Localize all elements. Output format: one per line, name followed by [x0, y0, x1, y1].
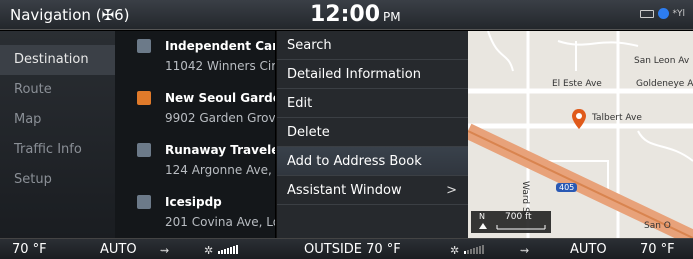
destination-address: 11042 Winners Cir [165, 59, 275, 73]
destination-name: New Seoul Garden [165, 91, 275, 105]
car-icon [137, 39, 151, 53]
bluetooth-icon [657, 8, 669, 19]
menu-item-map[interactable]: Map [0, 105, 115, 135]
scale-distance: 700 ft [505, 212, 532, 222]
menu-item-setup[interactable]: Setup [0, 165, 115, 195]
building-icon [137, 143, 151, 157]
map-scale: N 700 ft [471, 211, 551, 233]
map-street-label: El Este Ave [552, 79, 602, 89]
title-text: Navigation [10, 6, 91, 24]
destination-address: 9902 Garden Grov [165, 111, 275, 125]
map-street-label: Goldeneye A [636, 79, 693, 89]
destination-address: 201 Covina Ave, Lo [165, 215, 275, 229]
list-item[interactable]: Runaway Traveler 124 Argonne Ave, [115, 137, 275, 189]
status-icons: *Yl [639, 8, 686, 19]
menu-item-route[interactable]: Route [0, 75, 115, 105]
map-street-label: San Leon Av [634, 56, 690, 66]
north-indicator: N [479, 212, 485, 221]
left-temperature[interactable]: 70 °F [12, 242, 47, 257]
list-item[interactable]: Icesipdp 201 Covina Ave, Lo [115, 189, 275, 238]
menu-option-add-to-address-book[interactable]: Add to Address Book [277, 147, 469, 176]
menu-option-delete[interactable]: Delete [277, 118, 469, 147]
list-item[interactable]: New Seoul Garden 9902 Garden Grov [115, 85, 275, 137]
chevron-right-icon: > [446, 183, 457, 198]
airflow-icon[interactable]: ⇝ [520, 244, 529, 257]
screen-title: Navigation (✠6) [10, 6, 130, 24]
map-view[interactable]: San Leon Av El Este Ave Goldeneye A Talb… [468, 31, 693, 238]
fan-icon: ✲ [204, 244, 214, 257]
destination-name: Icesipdp [165, 195, 222, 209]
status-bar: Navigation (✠6) 12:00 PM *Yl [0, 0, 693, 30]
signal-icon: *Yl [672, 8, 686, 19]
clock: 12:00 PM [310, 2, 401, 27]
building-icon [137, 195, 151, 209]
restaurant-icon [137, 91, 151, 105]
destination-list: Independent Car S 11042 Winners Cir New … [115, 31, 275, 238]
clock-time: 12:00 [310, 2, 381, 27]
menu-option-search[interactable]: Search [277, 31, 469, 60]
menu-option-assistant-window[interactable]: Assistant Window > [277, 176, 469, 205]
map-street-label: San O [644, 221, 671, 231]
fan-icon: ✲ [450, 244, 460, 257]
menu-option-detailed-information[interactable]: Detailed Information [277, 60, 469, 89]
navigation-count: (✠6) [95, 6, 130, 24]
right-temperature[interactable]: 70 °F [640, 242, 675, 257]
outside-temperature: OUTSIDE 70 °F [304, 242, 401, 257]
airflow-icon[interactable]: ⇝ [160, 244, 169, 257]
fan-level-left[interactable] [218, 245, 238, 254]
clock-ampm: PM [383, 10, 401, 24]
context-menu: Search Detailed Information Edit Delete … [276, 31, 469, 238]
right-auto-mode[interactable]: AUTO [570, 242, 607, 257]
location-pin-icon [572, 109, 586, 129]
left-auto-mode[interactable]: AUTO [100, 242, 137, 257]
menu-item-destination[interactable]: Destination [0, 45, 115, 75]
menu-option-edit[interactable]: Edit [277, 89, 469, 118]
battery-icon [639, 9, 654, 18]
scale-bar [479, 223, 546, 230]
destination-name: Independent Car S [165, 39, 275, 53]
climate-bar: 70 °F AUTO ⇝ ✲ OUTSIDE 70 °F ✲ ⇝ AUTO 70… [0, 238, 693, 259]
highway-shield-icon: 405 [556, 183, 578, 192]
list-item[interactable]: Independent Car S 11042 Winners Cir [115, 33, 275, 85]
destination-address: 124 Argonne Ave, [165, 163, 272, 177]
menu-item-traffic-info[interactable]: Traffic Info [0, 135, 115, 165]
left-menu: Destination Route Map Traffic Info Setup [0, 31, 115, 238]
destination-name: Runaway Traveler [165, 143, 275, 157]
option-label: Assistant Window [287, 183, 402, 198]
fan-level-right[interactable] [464, 245, 484, 254]
map-street-label: Talbert Ave [592, 113, 642, 123]
